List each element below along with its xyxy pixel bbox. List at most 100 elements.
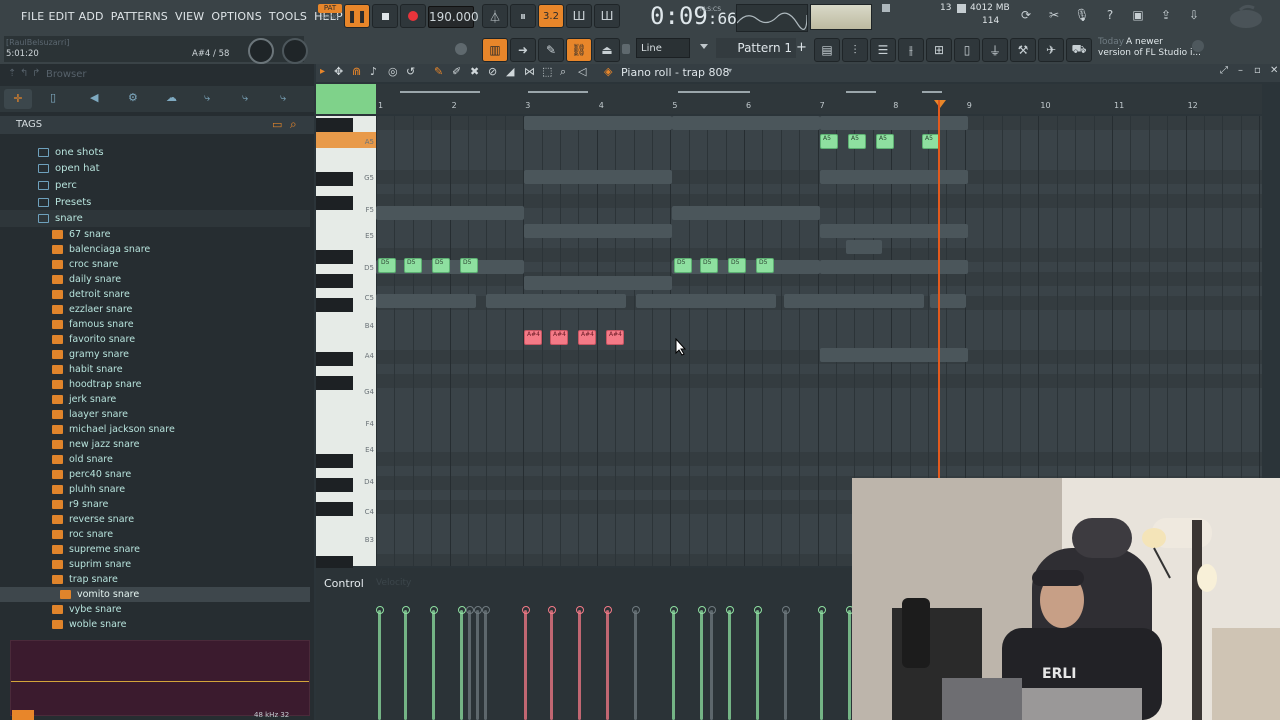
snap-mode-select[interactable]: Line xyxy=(636,38,690,58)
loop-recording-button[interactable]: Ш xyxy=(594,4,620,28)
chevron-down-icon[interactable] xyxy=(700,44,708,49)
sample-item[interactable]: ezzlaer snare xyxy=(0,302,310,317)
velocity-handle[interactable] xyxy=(698,606,706,614)
export-button[interactable]: ⇪ xyxy=(1154,4,1178,26)
velocity-bar[interactable] xyxy=(784,610,787,720)
note-block[interactable]: D5 xyxy=(404,258,422,273)
sample-item[interactable]: croc snare xyxy=(0,257,310,272)
sample-item[interactable]: balenciaga snare xyxy=(0,242,310,257)
erase-icon[interactable]: ⊘ xyxy=(488,65,497,78)
velocity-bar[interactable] xyxy=(476,610,479,720)
minimize-icon[interactable]: – xyxy=(1238,65,1243,76)
browser-folder[interactable]: open hat xyxy=(0,161,310,178)
blend-recording-button[interactable]: Ш xyxy=(566,4,592,28)
select-icon[interactable]: ⬚ xyxy=(542,65,552,78)
pat-song-toggle[interactable]: PAT SONG xyxy=(318,4,342,26)
sample-item[interactable]: laayer snare xyxy=(0,407,310,422)
velocity-bar[interactable] xyxy=(404,610,407,720)
velocity-handle[interactable] xyxy=(726,606,734,614)
black-key[interactable] xyxy=(316,502,353,516)
plugin-picker-button[interactable]: ⏚ xyxy=(982,38,1008,62)
note-block[interactable]: D5 xyxy=(674,258,692,273)
note-block[interactable]: D5 xyxy=(756,258,774,273)
menu-edit[interactable]: EDIT xyxy=(48,10,74,23)
velocity-handle[interactable] xyxy=(522,606,530,614)
black-key[interactable] xyxy=(316,250,353,264)
sample-item[interactable]: daily snare xyxy=(0,272,310,287)
black-key[interactable] xyxy=(316,352,353,366)
magnet-icon[interactable]: ✥ xyxy=(334,65,343,78)
sample-item[interactable]: hoodtrap snare xyxy=(0,377,310,392)
velocity-handle[interactable] xyxy=(430,606,438,614)
draw-tool-button[interactable]: ✎ xyxy=(538,38,564,62)
touch-keyboard-button[interactable]: ⚒ xyxy=(1010,38,1036,62)
sample-item[interactable]: pluhh snare xyxy=(0,482,310,497)
piano-roll-view-button[interactable]: ▥ xyxy=(482,38,508,62)
browser-folder[interactable]: perc xyxy=(0,177,310,194)
link-button[interactable]: ⛓ xyxy=(566,38,592,62)
maximize-icon[interactable]: ▫ xyxy=(1254,65,1261,76)
note-block[interactable]: A#4 xyxy=(550,330,568,345)
velocity-handle[interactable] xyxy=(670,606,678,614)
velocity-bar[interactable] xyxy=(578,610,581,720)
velocity-bar[interactable] xyxy=(606,610,609,720)
note-block[interactable]: D5 xyxy=(700,258,718,273)
control-label[interactable]: Control xyxy=(324,577,364,590)
browser-folder[interactable]: snare xyxy=(0,210,310,227)
note-block[interactable]: D5 xyxy=(432,258,450,273)
black-key[interactable] xyxy=(316,118,353,132)
forward-icon[interactable]: ↱ xyxy=(32,68,40,79)
save-button[interactable]: ▣ xyxy=(1126,4,1150,26)
detach-icon[interactable]: ⤢ xyxy=(1220,65,1228,76)
preview-play-icon[interactable] xyxy=(12,710,34,720)
sample-item[interactable]: woble snare xyxy=(0,617,310,632)
browser-button[interactable]: ⊞ xyxy=(926,38,952,62)
velocity-handle[interactable] xyxy=(466,606,474,614)
sample-item[interactable]: vybe snare xyxy=(0,602,310,617)
folder-icon[interactable]: ▭ xyxy=(272,118,282,131)
all-files-icon[interactable]: ✛ xyxy=(4,89,32,109)
pencil-icon[interactable]: ✎ xyxy=(434,65,443,78)
menu-options[interactable]: OPTIONS xyxy=(211,10,262,23)
pattern-selector[interactable]: Pattern 1 xyxy=(716,38,796,58)
velocity-bar[interactable] xyxy=(634,610,637,720)
speaker-icon[interactable]: ◁ xyxy=(578,65,586,78)
sample-item[interactable]: famous snare xyxy=(0,317,310,332)
snap-button[interactable]: 3.2 xyxy=(538,4,564,28)
sample-item[interactable]: r9 snare xyxy=(0,497,310,512)
menu-file[interactable]: FILE xyxy=(21,10,44,23)
velocity-handle[interactable] xyxy=(548,606,556,614)
menu-tools[interactable]: TOOLS xyxy=(269,10,307,23)
velocity-bar[interactable] xyxy=(700,610,703,720)
velocity-handle[interactable] xyxy=(604,606,612,614)
velocity-bar[interactable] xyxy=(710,610,713,720)
black-key[interactable] xyxy=(316,196,353,210)
plugins-icon[interactable]: ⚙ xyxy=(128,91,138,104)
news-line-2[interactable]: version of FL Studio i... xyxy=(1098,48,1201,58)
cut-tool-button[interactable]: ✂ xyxy=(1042,4,1066,26)
record-button[interactable] xyxy=(400,4,426,28)
velocity-bar[interactable] xyxy=(524,610,527,720)
arrow-up-icon[interactable]: ⇡ xyxy=(8,68,16,79)
step-forward-button[interactable]: ➜ xyxy=(510,38,536,62)
help-button[interactable]: ? xyxy=(1098,4,1122,26)
note-block[interactable]: A5 xyxy=(876,134,894,149)
paint-icon[interactable]: ✐ xyxy=(452,65,461,78)
velocity-bar[interactable] xyxy=(550,610,553,720)
mute-icon[interactable]: ◢ xyxy=(506,65,514,78)
sample-item[interactable]: old snare xyxy=(0,452,310,467)
black-key[interactable] xyxy=(316,454,353,468)
timeline-ruler[interactable]: 1 2 3 4 5 6 7 8 9 10 11 12 xyxy=(316,84,1262,114)
sample-item[interactable]: suprim snare xyxy=(0,557,310,572)
note-block[interactable]: D5 xyxy=(460,258,478,273)
snap-icon[interactable]: ⋒ xyxy=(352,65,361,78)
note-block[interactable]: A5 xyxy=(820,134,838,149)
black-key[interactable] xyxy=(316,376,353,390)
note-block[interactable]: A#4 xyxy=(606,330,624,345)
tempo-display[interactable]: 190.000 xyxy=(428,6,479,28)
velocity-bar[interactable] xyxy=(756,610,759,720)
browser-folder[interactable]: Presets xyxy=(0,194,310,211)
recent-files-icon[interactable]: ◀ xyxy=(90,91,98,104)
velocity-handle[interactable] xyxy=(818,606,826,614)
play-pause-button[interactable]: ❚❚ xyxy=(344,4,370,28)
